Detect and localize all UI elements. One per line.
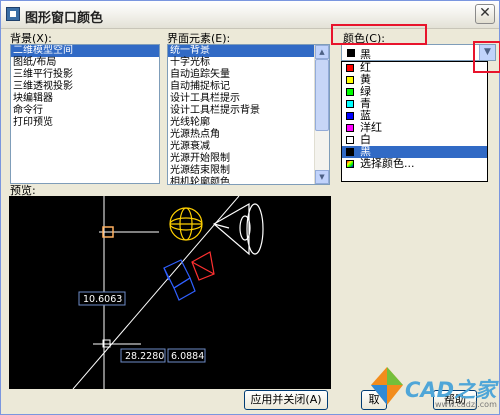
app-icon bbox=[6, 7, 20, 21]
color-swatch bbox=[346, 64, 354, 72]
background-listbox[interactable]: 二维模型空间 图纸/布局 三维平行投影 三维透视投影 块编辑器 命令行 打印预览 bbox=[10, 44, 160, 184]
color-swatch bbox=[346, 124, 354, 132]
close-button[interactable]: ✕ bbox=[475, 4, 495, 24]
readout-2: 28.2280 bbox=[125, 351, 164, 362]
highlight-box-dropdown-arrow bbox=[473, 41, 500, 73]
element-item[interactable]: 设计工具栏提示 bbox=[168, 93, 329, 105]
element-item[interactable]: 自动追踪矢量 bbox=[168, 69, 329, 81]
apply-close-button[interactable]: 应用并关闭(A) bbox=[244, 390, 328, 410]
palette-icon bbox=[346, 160, 354, 168]
background-item[interactable]: 三维透视投影 bbox=[11, 81, 159, 93]
element-item[interactable]: 十字光标 bbox=[168, 57, 329, 69]
current-color-swatch bbox=[347, 49, 355, 57]
element-item[interactable]: 光源衰减 bbox=[168, 141, 329, 153]
element-item[interactable]: 光源热点角 bbox=[168, 129, 329, 141]
color-dropdown-list[interactable]: 红黄绿青蓝洋红白黑选择颜色... bbox=[341, 61, 488, 182]
scroll-up-icon[interactable]: ▲ bbox=[315, 45, 329, 59]
element-item[interactable]: 相机轮廓颜色 bbox=[168, 177, 329, 184]
elements-listbox[interactable]: 统一背景 十字光标 自动追踪矢量 自动捕捉标记 设计工具栏提示 设计工具栏提示背景 光线轮廓… bbox=[167, 44, 330, 185]
elements-scrollbar[interactable]: ▲ ▼ bbox=[314, 45, 329, 184]
preview-drawing: 10.6063 28.2280 6.0884 bbox=[72, 196, 264, 389]
preview-panel: 10.6063 28.2280 6.0884 bbox=[9, 196, 331, 389]
scroll-down-icon[interactable]: ▼ bbox=[315, 170, 329, 184]
color-option[interactable]: 选择颜色... bbox=[342, 158, 487, 170]
color-swatch bbox=[346, 100, 354, 108]
window-title: 图形窗口颜色 bbox=[25, 11, 104, 26]
scroll-thumb[interactable] bbox=[315, 59, 329, 131]
readout-1: 10.6063 bbox=[83, 294, 122, 305]
element-item[interactable]: 光线轮廓 bbox=[168, 117, 329, 129]
element-item[interactable]: 自动捕捉标记 bbox=[168, 81, 329, 93]
background-item[interactable]: 图纸/布局 bbox=[11, 57, 159, 69]
watermark-url: www.cadzj.com bbox=[435, 400, 497, 409]
background-item[interactable]: 打印预览 bbox=[11, 117, 159, 129]
color-swatch bbox=[346, 112, 354, 120]
highlight-box-color-label bbox=[331, 24, 427, 45]
color-swatch bbox=[346, 136, 354, 144]
background-item[interactable]: 命令行 bbox=[11, 105, 159, 117]
element-item[interactable]: 统一背景 bbox=[168, 45, 329, 57]
background-item[interactable]: 三维平行投影 bbox=[11, 69, 159, 81]
element-item[interactable]: 设计工具栏提示背景 bbox=[168, 105, 329, 117]
current-color-value: 黑 bbox=[360, 48, 371, 61]
color-swatch bbox=[346, 76, 354, 84]
color-swatch bbox=[346, 88, 354, 96]
watermark-logo bbox=[371, 367, 403, 405]
readout-3: 6.0884 bbox=[171, 351, 204, 362]
background-item[interactable]: 块编辑器 bbox=[11, 93, 159, 105]
color-option-label: 选择颜色... bbox=[360, 157, 415, 170]
color-swatch bbox=[346, 148, 354, 156]
dialog-window: 图形窗口颜色 ✕ 背景(X): 二维模型空间 图纸/布局 三维平行投影 三维透视投影块… bbox=[0, 0, 500, 415]
element-item[interactable]: 光源开始限制 bbox=[168, 153, 329, 165]
background-item[interactable]: 二维模型空间 bbox=[11, 45, 159, 57]
element-item[interactable]: 光源结束限制 bbox=[168, 165, 329, 177]
